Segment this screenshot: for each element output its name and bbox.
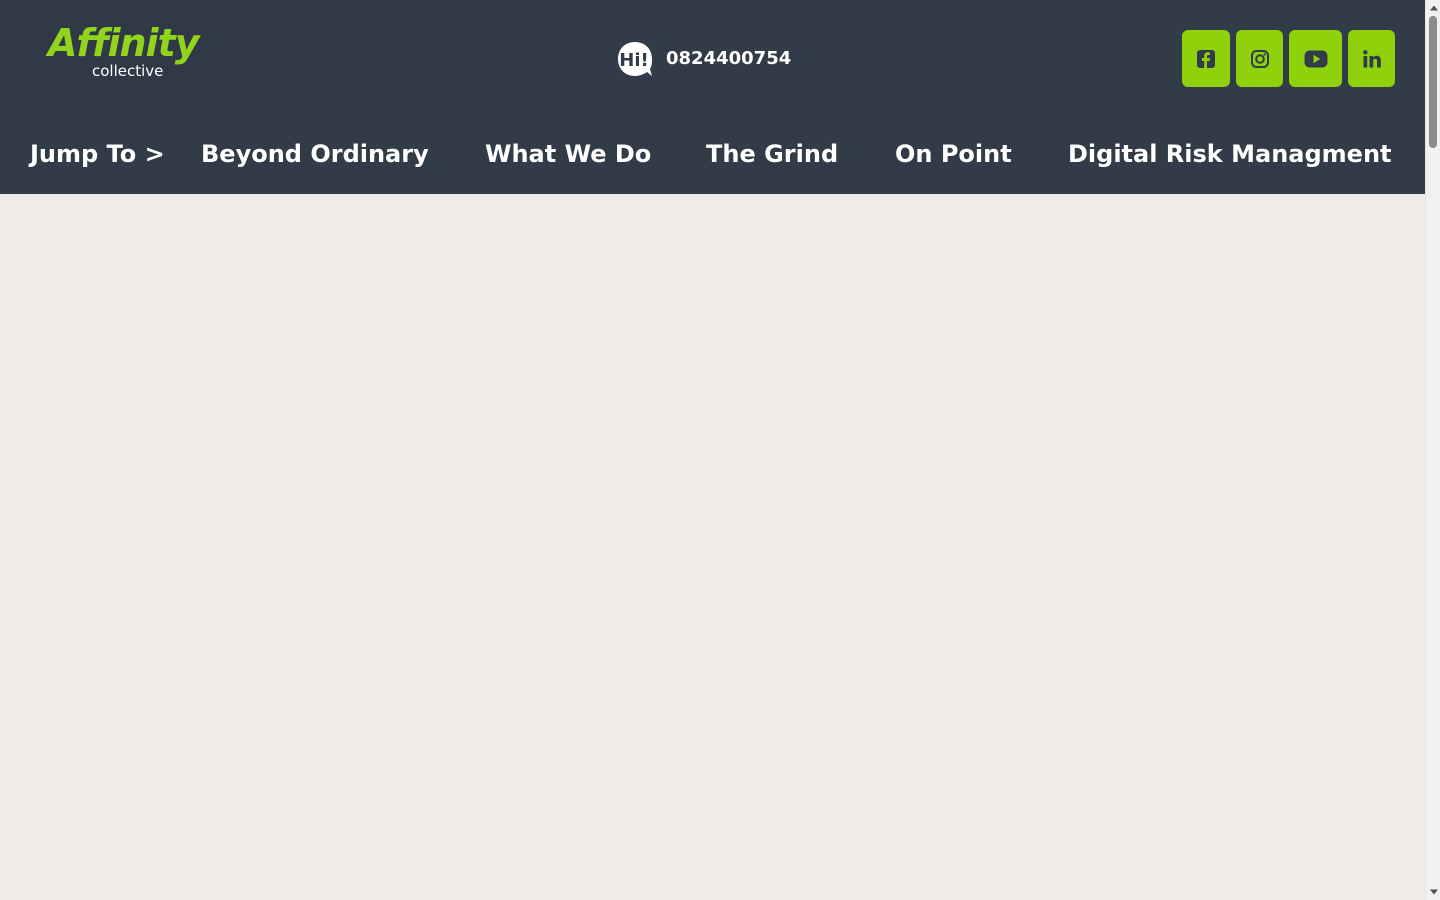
site-header: Affinity collective Hi! 0824400754 Jump … — [0, 0, 1425, 194]
nav-link-on-point[interactable]: On Point — [895, 138, 1012, 170]
instagram-icon — [1250, 49, 1269, 68]
linkedin-icon — [1362, 49, 1381, 67]
instagram-button[interactable] — [1236, 30, 1283, 87]
scroll-up-icon[interactable] — [1426, 1, 1440, 15]
youtube-icon — [1304, 50, 1327, 67]
contact-phone[interactable]: Hi! 0824400754 — [617, 40, 791, 78]
nav-link-the-grind[interactable]: The Grind — [706, 138, 838, 170]
page: Affinity collective Hi! 0824400754 Jump … — [0, 0, 1440, 900]
logo-subtitle: collective — [92, 62, 164, 80]
nav-link-digital-risk-managment[interactable]: Digital Risk Managment — [1068, 138, 1392, 170]
scroll-down-icon[interactable] — [1426, 885, 1440, 899]
scrollbar-thumb[interactable] — [1429, 16, 1437, 148]
hi-icon-text: Hi! — [619, 50, 648, 71]
phone-number[interactable]: 0824400754 — [666, 50, 791, 68]
facebook-button[interactable] — [1182, 30, 1230, 87]
hi-speech-bubble-icon: Hi! — [617, 41, 653, 77]
nav-link-what-we-do[interactable]: What We Do — [485, 138, 651, 170]
brand-logo[interactable]: Affinity collective — [30, 14, 210, 102]
jump-to-label[interactable]: Jump To > — [30, 138, 165, 170]
linkedin-button[interactable] — [1348, 30, 1395, 87]
logo-wordmark: Affinity — [48, 21, 200, 65]
youtube-button[interactable] — [1289, 30, 1342, 87]
vertical-scrollbar[interactable] — [1425, 0, 1440, 900]
nav-link-beyond-ordinary[interactable]: Beyond Ordinary — [201, 138, 429, 170]
facebook-icon — [1197, 49, 1215, 69]
